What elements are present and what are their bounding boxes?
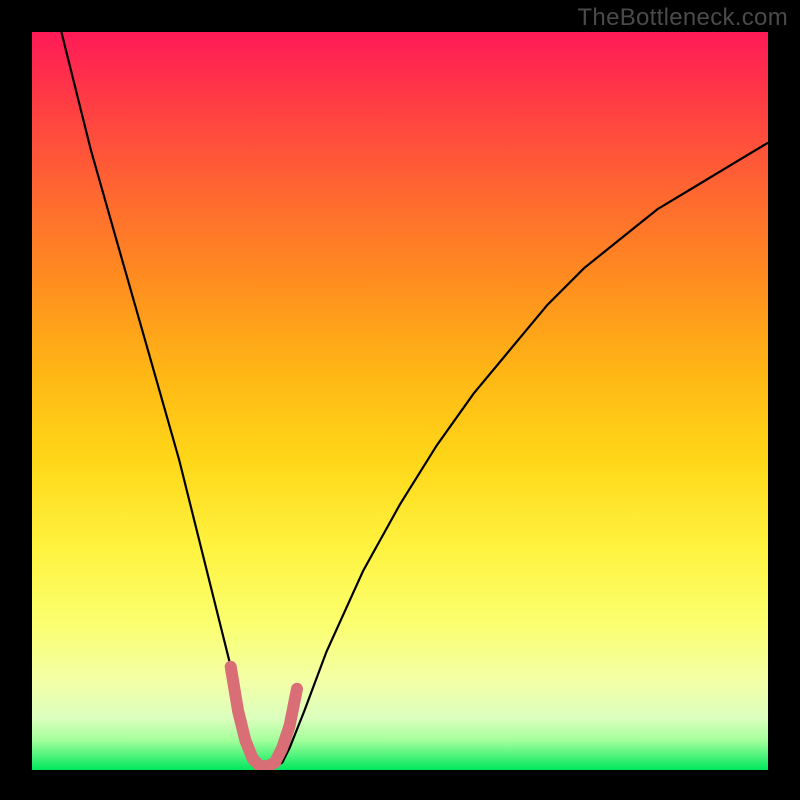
- bottleneck-curve: [61, 32, 768, 766]
- watermark-text: TheBottleneck.com: [577, 4, 788, 32]
- valley-marker: [231, 667, 297, 767]
- chart-frame: TheBottleneck.com: [0, 0, 800, 800]
- plot-area: [32, 32, 768, 770]
- curve-layer: [32, 32, 768, 770]
